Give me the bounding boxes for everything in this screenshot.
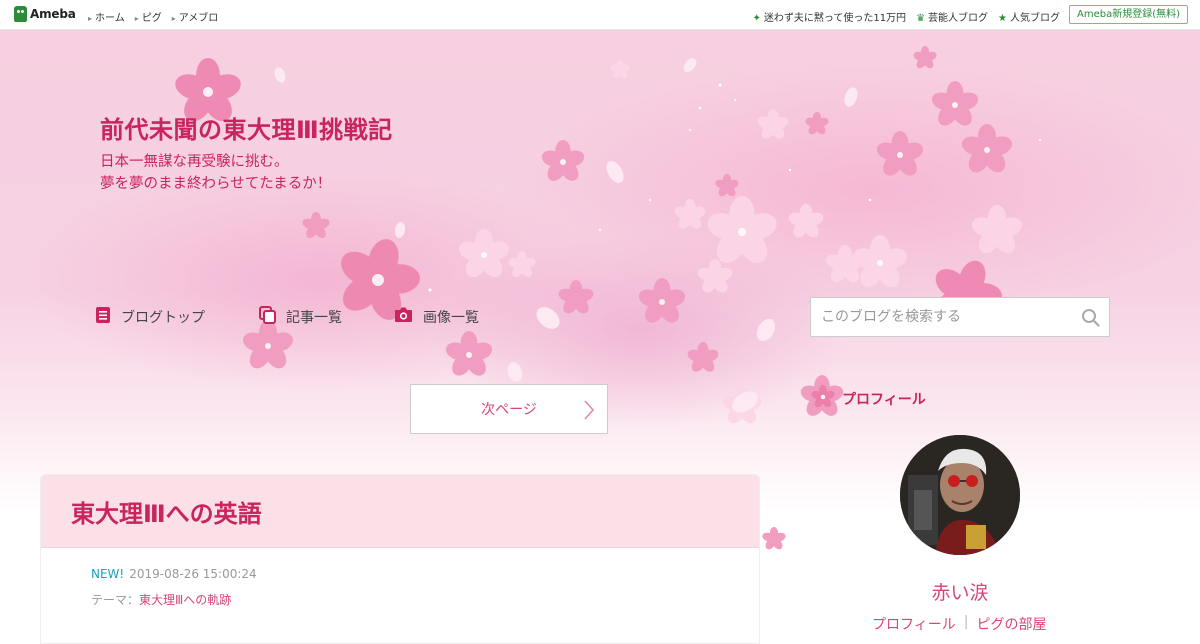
caret-right-icon: ▸ [134,14,139,23]
promo-link-label: 迷わず夫に黙って使った11万円 [763,13,907,24]
caret-right-icon: ▸ [171,14,176,23]
copy-icon [259,306,276,328]
document-icon [95,306,111,328]
global-nav-label: アメブロ [178,13,219,24]
crown-icon: ♛ [916,13,926,24]
article-title[interactable]: 東大理Ⅲへの英語 [71,494,262,529]
sakura-icon [811,385,835,413]
nav-blog-top-label: ブログトップ [121,310,205,326]
register-button[interactable]: Ameba新規登録(無料) [1068,5,1188,24]
global-nav-home[interactable]: ▸ ホーム [88,9,125,24]
blog-search [810,297,1110,337]
article-header: 東大理Ⅲへの英語 [41,475,759,548]
star-icon: ★ [998,13,1007,24]
article-date: 2019-08-26 15:00:24 [129,567,257,581]
blog-title[interactable]: 前代未聞の東大理Ⅲ挑戦記 [100,110,393,145]
ameba-header-bar: Ameba ▸ ホーム ▸ ピグ ▸ アメブロ ✦ 迷わず夫に黙って使った11万円 ♛ 芸… [0,0,1200,30]
celebrity-blog-label: 芸能人ブログ [928,13,989,24]
sparkle-icon: ✦ [752,13,761,24]
camera-icon [394,306,413,327]
chevron-right-icon [583,399,595,425]
ameba-logo-icon [14,6,27,22]
next-page-button[interactable]: 次ページ [410,384,608,434]
link-separator: | [963,614,969,630]
article-card: 東大理Ⅲへの英語 NEW! 2019-08-26 15:00:24 テーマ：東大理… [40,474,760,644]
popular-blog-link[interactable]: ★ 人気ブログ [998,9,1060,24]
caret-right-icon: ▸ [88,14,93,23]
profile-link[interactable]: プロフィール [872,614,956,634]
blog-search-input[interactable] [811,298,1091,336]
nav-image-list-label: 画像一覧 [423,309,479,326]
nav-article-list[interactable]: 記事一覧 [259,306,342,328]
next-page-label: 次ページ [481,402,537,418]
article-theme: テーマ：東大理Ⅲへの軌跡 [91,591,231,608]
ameba-logo[interactable]: Ameba [14,6,76,22]
new-badge: NEW! [91,567,125,581]
blog-description: 日本一無謀な再受験に挑む。 夢を夢のまま終わらせてたまるか！ [100,151,331,195]
global-nav: ▸ ホーム ▸ ピグ ▸ アメブロ [88,9,218,24]
article-theme-label: テーマ： [91,593,140,607]
nav-image-list[interactable]: 画像一覧 [394,306,479,327]
global-nav-ameblo[interactable]: ▸ アメブロ [172,9,219,24]
avatar[interactable] [900,435,1020,555]
global-nav-pigg[interactable]: ▸ ピグ [135,9,162,24]
promo-link[interactable]: ✦ 迷わず夫に黙って使った11万円 [752,9,906,24]
global-nav-label: ピグ [141,13,162,24]
celebrity-blog-link[interactable]: ♛ 芸能人ブログ [916,9,988,24]
article-theme-link[interactable]: 東大理Ⅲへの軌跡 [139,593,231,607]
profile-links: プロフィール | ピグの部屋 [872,614,1046,634]
article-meta: NEW! 2019-08-26 15:00:24 [91,567,257,581]
blog-description-line: 夢を夢のまま終わらせてたまるか！ [100,176,332,192]
profile-heading-label: プロフィール [842,392,926,408]
nav-blog-top[interactable]: ブログトップ [95,306,205,328]
global-nav-label: ホーム [95,13,125,24]
blog-description-line: 日本一無謀な再受験に挑む。 [100,154,289,170]
avatar-image [900,435,1020,555]
header-links: ✦ 迷わず夫に黙って使った11万円 ♛ 芸能人ブログ ★ 人気ブログ [752,9,1060,24]
ameba-logo-text: Ameba [30,7,76,21]
profile-heading: プロフィール [811,385,926,413]
nav-article-list-label: 記事一覧 [286,310,342,326]
search-icon[interactable] [1081,308,1100,331]
pigg-room-link[interactable]: ピグの部屋 [976,614,1046,634]
popular-blog-label: 人気ブログ [1010,13,1060,24]
profile-name[interactable]: 赤い涙 [900,578,1020,605]
